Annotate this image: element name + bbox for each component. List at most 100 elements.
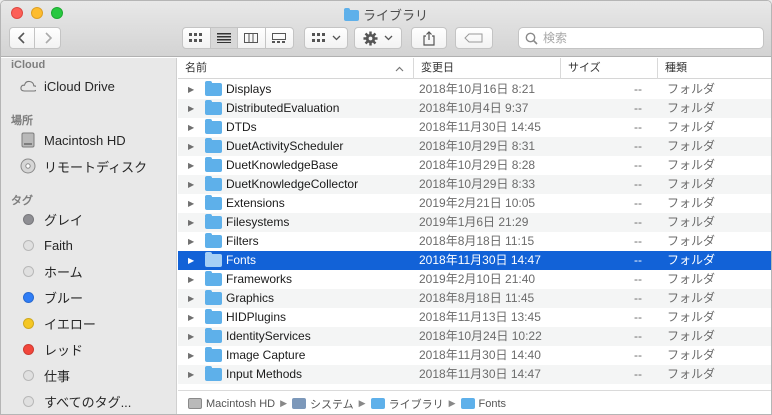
table-row[interactable]: ▶ DistributedEvaluation 2018年10月4日 9:37 -- フ… xyxy=(178,99,771,118)
table-row[interactable]: ▶ IdentityServices 2018年10月24日 10:22 -- フォルダ xyxy=(178,327,771,346)
disclosure-triangle-icon[interactable]: ▶ xyxy=(188,289,194,308)
disclosure-triangle-icon[interactable]: ▶ xyxy=(188,80,194,99)
row-name: DuetKnowledgeBase xyxy=(226,158,339,172)
edit-tags-button[interactable] xyxy=(455,27,493,49)
sidebar-item-label: ブルー xyxy=(44,290,84,306)
sidebar-tag-blue[interactable]: ブルー xyxy=(1,286,176,308)
disclosure-triangle-icon[interactable]: ▶ xyxy=(188,327,194,346)
sidebar-tag-all-tags[interactable]: すべてのタグ... xyxy=(1,390,176,412)
list-icon xyxy=(216,33,231,43)
sidebar-item-icloud-drive[interactable]: iCloud Drive xyxy=(1,75,176,97)
table-row[interactable]: ▶ Filters 2018年8月18日 11:15 -- フォルダ xyxy=(178,232,771,251)
table-row[interactable]: ▶ Fonts 2018年11月30日 14:47 -- フォルダ xyxy=(178,251,771,270)
row-name: DistributedEvaluation xyxy=(226,101,340,115)
sidebar-tag-gray[interactable]: グレイ xyxy=(1,208,176,230)
row-kind: フォルダ xyxy=(667,234,716,248)
sidebar-tag-work[interactable]: 仕事 xyxy=(1,364,176,386)
row-date: 2018年10月29日 8:33 xyxy=(419,177,536,191)
row-kind: フォルダ xyxy=(667,120,716,134)
sidebar-tag-red[interactable]: レッド xyxy=(1,338,176,360)
folder-icon xyxy=(205,271,222,286)
column-header-name[interactable]: 名前 xyxy=(178,58,413,79)
folder-icon xyxy=(205,100,222,115)
row-name: Input Methods xyxy=(226,367,303,381)
row-date: 2018年8月18日 11:15 xyxy=(419,234,535,248)
tag-dot-icon xyxy=(22,213,34,225)
tag-dot-icon xyxy=(22,343,34,355)
disclosure-triangle-icon[interactable]: ▶ xyxy=(188,175,194,194)
folder-icon xyxy=(205,290,222,305)
disclosure-triangle-icon[interactable]: ▶ xyxy=(188,308,194,327)
tag-dot-icon xyxy=(22,395,34,407)
column-header-kind[interactable]: 種類 xyxy=(657,58,771,79)
sidebar-item-label: ホーム xyxy=(44,264,83,280)
path-item-system[interactable]: システム xyxy=(292,396,354,412)
row-size: -- xyxy=(634,196,642,210)
disclosure-triangle-icon[interactable]: ▶ xyxy=(188,232,194,251)
row-date: 2018年8月18日 11:45 xyxy=(419,291,535,305)
table-row[interactable]: ▶ DuetKnowledgeBase 2018年10月29日 8:28 -- フォルダ xyxy=(178,156,771,175)
chevron-right-icon xyxy=(44,32,52,44)
search-input[interactable] xyxy=(543,31,743,45)
table-row[interactable]: ▶ Image Capture 2018年11月30日 14:40 -- フォルダ xyxy=(178,346,771,365)
icon-view-button[interactable] xyxy=(183,28,211,48)
action-menu-button[interactable] xyxy=(354,27,402,49)
column-header-size[interactable]: サイズ xyxy=(560,58,657,79)
column-header-date[interactable]: 変更日 xyxy=(413,58,560,79)
path-item-fonts[interactable]: Fonts xyxy=(460,398,506,410)
forward-button[interactable] xyxy=(35,28,60,48)
sidebar-tag-home[interactable]: ホーム xyxy=(1,260,176,282)
disclosure-triangle-icon[interactable]: ▶ xyxy=(188,194,194,213)
list-view-button[interactable] xyxy=(210,28,238,48)
table-row[interactable]: ▶ Extensions 2019年2月21日 10:05 -- フォルダ xyxy=(178,194,771,213)
table-row[interactable]: ▶ Input Methods 2018年11月30日 14:47 -- フォルダ xyxy=(178,365,771,384)
disclosure-triangle-icon[interactable]: ▶ xyxy=(188,270,194,289)
row-name: IdentityServices xyxy=(226,329,311,343)
table-row[interactable]: ▶ DTDs 2018年11月30日 14:45 -- フォルダ xyxy=(178,118,771,137)
tag-dot-icon xyxy=(22,239,34,251)
window-title-text: ライブラリ xyxy=(362,8,428,23)
disclosure-triangle-icon[interactable]: ▶ xyxy=(188,365,194,384)
sidebar-item-macintosh-hd[interactable]: Macintosh HD xyxy=(1,129,176,151)
path-item-macintosh-hd[interactable]: Macintosh HD xyxy=(188,398,275,410)
gallery-view-button[interactable] xyxy=(266,28,293,48)
group-by-button[interactable] xyxy=(304,27,348,49)
row-name: Fonts xyxy=(226,253,257,267)
table-row[interactable]: ▶ Displays 2018年10月16日 8:21 -- フォルダ xyxy=(178,80,771,99)
row-name: DTDs xyxy=(226,120,257,134)
table-row[interactable]: ▶ Filesystems 2019年1月6日 21:29 -- フォルダ xyxy=(178,213,771,232)
sidebar-item-remote-disc[interactable]: リモートディスク xyxy=(1,155,176,177)
path-separator-icon: ▶ xyxy=(280,398,287,408)
back-button[interactable] xyxy=(10,28,35,48)
row-kind: フォルダ xyxy=(667,215,716,229)
table-row[interactable]: ▶ Graphics 2018年8月18日 11:45 -- フォルダ xyxy=(178,289,771,308)
disclosure-triangle-icon[interactable]: ▶ xyxy=(188,156,194,175)
folder-icon xyxy=(205,176,222,191)
table-row[interactable]: ▶ Frameworks 2019年2月10日 21:40 -- フォルダ xyxy=(178,270,771,289)
disclosure-triangle-icon[interactable]: ▶ xyxy=(188,251,194,270)
disclosure-triangle-icon[interactable]: ▶ xyxy=(188,99,194,118)
row-kind: フォルダ xyxy=(667,291,716,305)
disclosure-triangle-icon[interactable]: ▶ xyxy=(188,346,194,365)
table-row[interactable]: ▶ HIDPlugins 2018年11月13日 13:45 -- フォルダ xyxy=(178,308,771,327)
row-kind: フォルダ xyxy=(667,310,716,324)
sidebar-tag-yellow[interactable]: イエロー xyxy=(1,312,176,334)
column-view-button[interactable] xyxy=(238,28,266,48)
share-icon xyxy=(423,30,435,46)
search-field[interactable] xyxy=(518,27,764,49)
row-size: -- xyxy=(634,367,642,381)
row-name: Frameworks xyxy=(226,272,293,286)
disclosure-triangle-icon[interactable]: ▶ xyxy=(188,137,194,156)
sidebar-tag-faith[interactable]: Faith xyxy=(1,234,176,256)
row-date: 2019年2月10日 21:40 xyxy=(419,272,536,286)
disclosure-triangle-icon[interactable]: ▶ xyxy=(188,213,194,232)
table-row[interactable]: ▶ DuetKnowledgeCollector 2018年10月29日 8:33 -… xyxy=(178,175,771,194)
gear-icon xyxy=(363,30,378,46)
row-size: -- xyxy=(634,177,642,191)
path-item-library[interactable]: ライブラリ xyxy=(370,396,444,412)
share-button[interactable] xyxy=(411,27,447,49)
gallery-icon xyxy=(272,33,287,43)
disclosure-triangle-icon[interactable]: ▶ xyxy=(188,118,194,137)
table-row[interactable]: ▶ DuetActivityScheduler 2018年10月29日 8:31 --… xyxy=(178,137,771,156)
folder-icon xyxy=(205,81,222,96)
